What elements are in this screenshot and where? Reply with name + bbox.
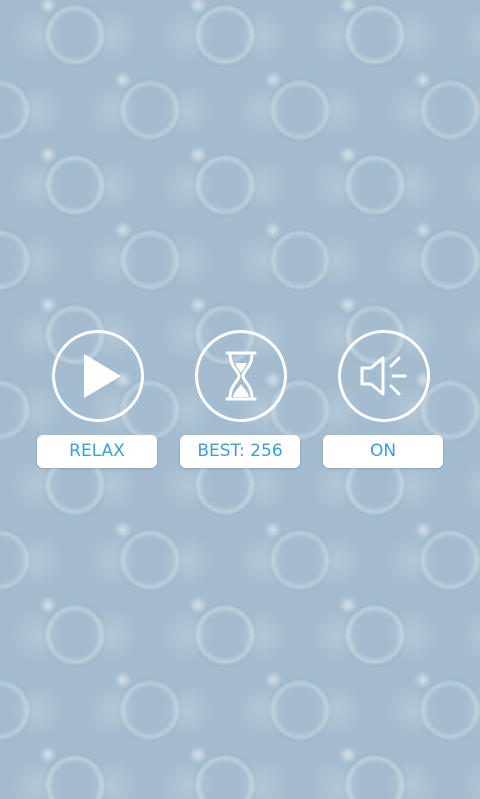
relax-mode-button[interactable]: RELAX [37,435,157,468]
main-menu: RELAX BEST: 256 ON [0,0,480,799]
play-button[interactable] [52,330,144,422]
sound-toggle-button[interactable] [338,330,430,422]
sound-state-button[interactable]: ON [323,435,443,468]
timed-control: BEST: 256 [180,330,300,470]
sound-control: ON [323,330,443,470]
relax-control: RELAX [37,330,157,470]
hourglass-icon [225,351,257,401]
best-score-button[interactable]: BEST: 256 [180,435,300,468]
timed-mode-button[interactable] [195,330,287,422]
play-icon [84,354,121,398]
speaker-icon [360,356,407,396]
